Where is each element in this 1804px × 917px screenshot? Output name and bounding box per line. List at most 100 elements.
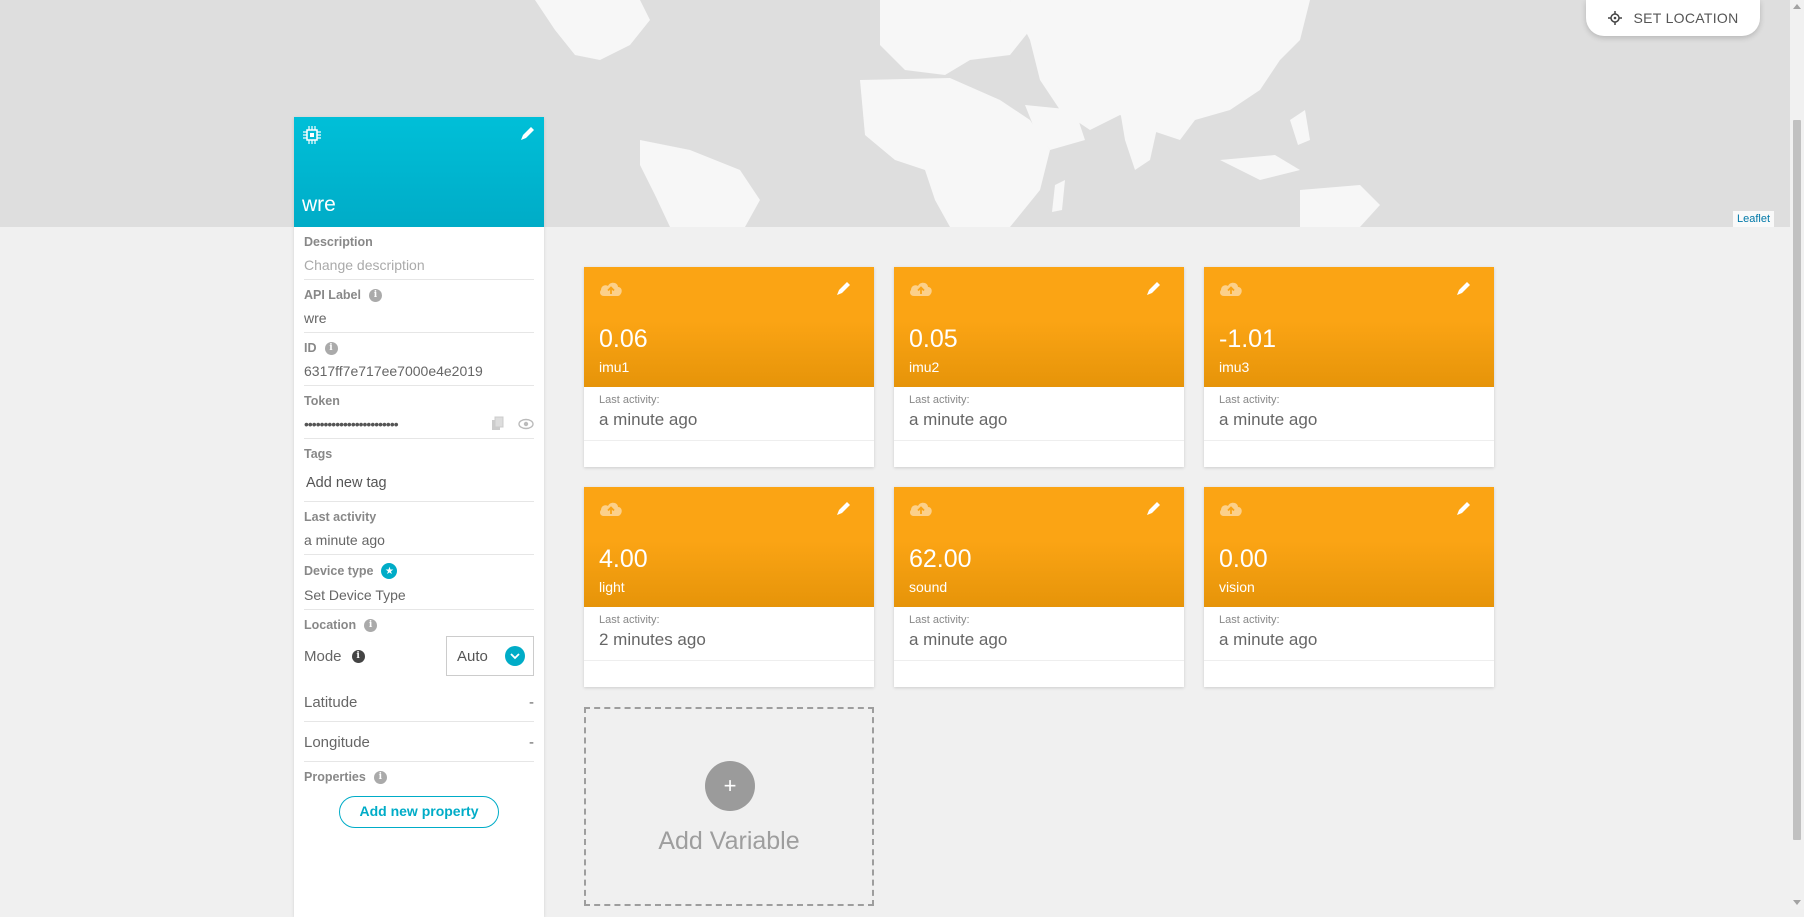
info-icon[interactable]: i: [351, 649, 365, 663]
token-label: Token: [304, 394, 340, 408]
map-attribution-link[interactable]: Leaflet: [1732, 211, 1774, 227]
variable-card[interactable]: 0.05 imu2 Last activity: a minute ago: [894, 267, 1184, 467]
scroll-up-arrow[interactable]: [1793, 4, 1801, 9]
chevron-down-icon: [505, 646, 525, 666]
description-input[interactable]: Change description: [304, 257, 534, 273]
variable-card[interactable]: 4.00 light Last activity: 2 minutes ago: [584, 487, 874, 687]
api-label-field: API Label i wre: [304, 280, 534, 333]
last-activity-value: a minute ago: [1219, 410, 1318, 429]
mode-label: Mode: [304, 647, 342, 665]
longitude-label: Longitude: [304, 734, 370, 751]
cloud-upload-icon: [1220, 502, 1242, 516]
edit-device-icon[interactable]: [518, 125, 536, 143]
variable-value: -1.01: [1219, 325, 1276, 353]
eye-icon[interactable]: [518, 416, 534, 432]
edit-variable-icon[interactable]: [1454, 280, 1472, 298]
mode-selected-value: Auto: [457, 647, 488, 665]
map-land-shapes: [535, 0, 1380, 227]
variable-card[interactable]: 0.06 imu1 Last activity: a minute ago: [584, 267, 874, 467]
last-activity-value: a minute ago: [304, 532, 385, 548]
variable-card-footer: Last activity: 2 minutes ago: [584, 607, 874, 661]
location-heading: Location i: [304, 618, 534, 632]
cloud-upload-icon: [910, 502, 932, 516]
cloud-upload-icon: [600, 282, 622, 296]
location-label: Location: [304, 618, 357, 632]
last-activity-value: a minute ago: [599, 410, 698, 429]
latitude-row: Latitude -: [304, 682, 534, 722]
set-location-button[interactable]: SET LOCATION: [1586, 0, 1760, 36]
mode-select[interactable]: Auto: [446, 636, 534, 676]
variable-card-header: -1.01 imu3: [1204, 267, 1494, 387]
latitude-value[interactable]: -: [529, 694, 534, 711]
variable-name: vision: [1219, 579, 1255, 595]
location-field: Location i Mode i Auto: [304, 610, 534, 682]
copy-icon[interactable]: [490, 416, 506, 432]
tags-label: Tags: [304, 447, 333, 461]
set-location-label: SET LOCATION: [1633, 10, 1739, 26]
edit-variable-icon[interactable]: [834, 280, 852, 298]
description-field: Description Change description: [304, 227, 534, 280]
device-type-input[interactable]: Set Device Type: [304, 587, 534, 603]
last-activity-label: Last activity:: [599, 394, 660, 406]
chip-icon: [303, 126, 321, 144]
tags-field: Tags Add new tag: [304, 439, 534, 502]
device-details-panel: wre Description Change description API L…: [294, 117, 544, 917]
variable-name: sound: [909, 579, 948, 595]
variable-card-footer: Last activity: a minute ago: [584, 387, 874, 441]
variable-card[interactable]: 62.00 sound Last activity: a minute ago: [894, 487, 1184, 687]
token-value: ••••••••••••••••••••••••: [304, 416, 399, 432]
device-name[interactable]: wre: [302, 193, 336, 217]
id-label: ID: [304, 341, 317, 355]
edit-variable-icon[interactable]: [1144, 280, 1162, 298]
plus-icon: +: [705, 761, 755, 811]
api-label-value[interactable]: wre: [304, 310, 534, 326]
token-field: Token ••••••••••••••••••••••••: [304, 386, 534, 439]
add-property-button[interactable]: Add new property: [339, 796, 499, 828]
latitude-label: Latitude: [304, 694, 358, 711]
longitude-value[interactable]: -: [529, 734, 534, 751]
info-icon[interactable]: i: [364, 618, 378, 632]
add-tag-input[interactable]: Add new tag: [306, 475, 534, 491]
info-icon[interactable]: i: [368, 288, 382, 302]
longitude-row: Longitude -: [304, 722, 534, 762]
info-icon[interactable]: i: [373, 770, 387, 784]
scroll-down-arrow[interactable]: [1793, 900, 1801, 905]
crosshair-icon: [1607, 11, 1622, 25]
device-type-field: Device type ★ Set Device Type: [304, 555, 534, 610]
page-scrollbar[interactable]: [1790, 0, 1804, 909]
variable-value: 0.05: [909, 325, 958, 353]
scrollbar-thumb[interactable]: [1793, 120, 1801, 840]
info-icon[interactable]: i: [324, 341, 338, 355]
variable-card-footer: Last activity: a minute ago: [1204, 387, 1494, 441]
world-map[interactable]: Leaflet: [0, 0, 1790, 227]
last-activity-label: Last activity:: [909, 394, 970, 406]
last-activity-value: 2 minutes ago: [599, 630, 706, 649]
variable-value: 62.00: [909, 545, 972, 573]
star-icon[interactable]: ★: [381, 563, 398, 579]
last-activity-label: Last activity: [304, 510, 377, 524]
edit-variable-icon[interactable]: [1144, 500, 1162, 518]
add-variable-button[interactable]: + Add Variable: [584, 707, 874, 906]
variable-card-header: 4.00 light: [584, 487, 874, 607]
cloud-upload-icon: [600, 502, 622, 516]
edit-variable-icon[interactable]: [834, 500, 852, 518]
cloud-upload-icon: [910, 282, 932, 296]
last-activity-label: Last activity:: [1219, 614, 1280, 626]
api-label-heading: API Label i: [304, 288, 534, 302]
properties-heading: Properties i: [304, 770, 534, 784]
variable-card-footer: Last activity: a minute ago: [894, 387, 1184, 441]
id-value: 6317ff7e717ee7000e4e2019: [304, 363, 483, 379]
last-activity-value: a minute ago: [909, 410, 1008, 429]
edit-variable-icon[interactable]: [1454, 500, 1472, 518]
last-activity-field: Last activity a minute ago: [304, 502, 534, 555]
variable-name: imu2: [909, 359, 940, 375]
variable-card[interactable]: 0.00 vision Last activity: a minute ago: [1204, 487, 1494, 687]
variable-card-footer: Last activity: a minute ago: [1204, 607, 1494, 661]
id-field: ID i 6317ff7e717ee7000e4e2019: [304, 333, 534, 386]
description-label: Description: [304, 235, 373, 249]
id-heading: ID i: [304, 341, 534, 355]
variable-card-header: 62.00 sound: [894, 487, 1184, 607]
variable-card[interactable]: -1.01 imu3 Last activity: a minute ago: [1204, 267, 1494, 467]
device-type-label: Device type: [304, 564, 374, 578]
properties-label: Properties: [304, 770, 366, 784]
